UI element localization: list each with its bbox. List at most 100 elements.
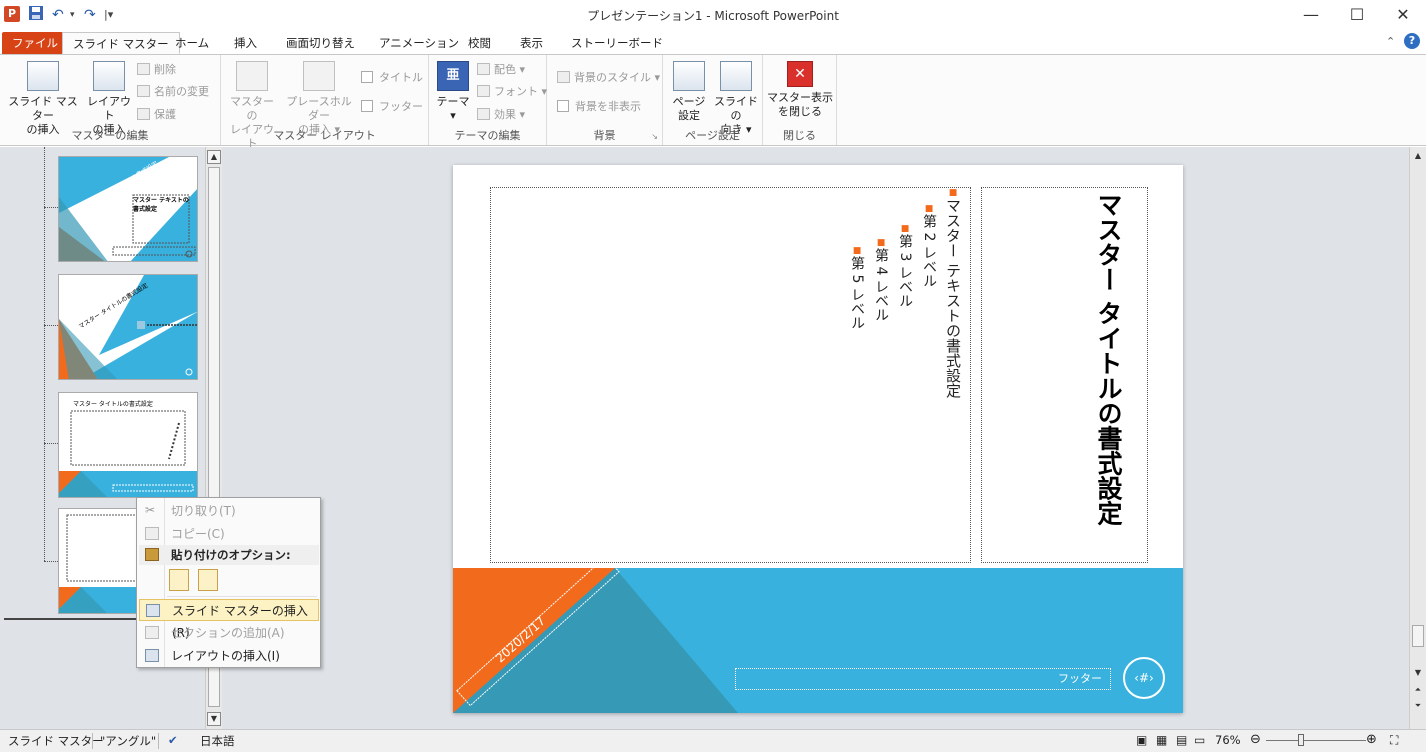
effects-button[interactable]: 効果 ▾ xyxy=(477,106,525,124)
dialog-launcher-icon[interactable]: ↘ xyxy=(651,132,658,141)
slide-orientation-icon xyxy=(720,61,752,91)
preserve-icon xyxy=(137,108,150,120)
paste-as-picture-icon[interactable] xyxy=(198,569,218,591)
master-layout-icon xyxy=(236,61,268,91)
effects-icon xyxy=(477,108,490,120)
title-checkbox[interactable]: タイトル xyxy=(361,69,423,87)
minimize-button[interactable]: — xyxy=(1288,0,1334,30)
tree-branch xyxy=(44,325,58,326)
minimize-ribbon-icon[interactable]: ⌃ xyxy=(1386,35,1395,48)
close-master-view-button[interactable]: ✕ マスター表示 を閉じる xyxy=(766,61,834,119)
scroll-up-icon[interactable]: ▲ xyxy=(1411,150,1425,164)
preserve-button[interactable]: 保護 xyxy=(137,106,176,124)
rename-button[interactable]: 名前の変更 xyxy=(137,83,209,101)
close-button[interactable]: ✕ xyxy=(1380,0,1426,30)
tab-slide-master[interactable]: スライド マスター xyxy=(62,32,180,54)
vertical-scrollbar[interactable]: ▲ ▼ ⏶ ⏷ xyxy=(1409,147,1426,729)
next-slide-icon[interactable]: ⏷ xyxy=(1411,700,1425,714)
previous-slide-icon[interactable]: ⏶ xyxy=(1411,684,1425,698)
bullet-icon: ■ xyxy=(876,238,886,248)
group-label-close: 閉じる xyxy=(783,129,816,142)
paste-icon xyxy=(145,548,159,561)
zoom-slider-thumb[interactable] xyxy=(1298,734,1304,746)
tab-home[interactable]: ホーム xyxy=(165,32,219,54)
footer-checkbox[interactable]: フッター xyxy=(361,98,423,116)
themes-icon: 亜 xyxy=(437,61,469,91)
menu-item-cut[interactable]: ✂ 切り取り(T) xyxy=(139,500,319,522)
help-icon[interactable]: ? xyxy=(1404,33,1420,49)
insert-layout-icon xyxy=(93,61,125,91)
layout-thumbnail-3[interactable]: マスター タイトルの書式設定 xyxy=(58,392,198,498)
insert-slide-master-button[interactable]: スライド マスター の挿入 xyxy=(4,61,82,137)
zoom-out-icon[interactable]: ⊖ xyxy=(1250,732,1261,747)
page-setup-button[interactable]: ページ 設定 xyxy=(667,61,711,123)
bullet-icon: ■ xyxy=(852,246,862,256)
slide-orientation-button[interactable]: スライドの 向き ▾ xyxy=(711,61,761,137)
body-level-5: ■第 5 レベル xyxy=(849,246,865,330)
slide-title: マスター タイトルの書式設定 xyxy=(1094,192,1123,526)
status-bar: スライド マスター "アングル" ✔ 日本語 ▣ ▦ ▤ ▭ 76% ⊖ ⊕ ⛶ xyxy=(0,729,1426,752)
tab-file[interactable]: ファイル xyxy=(2,32,68,54)
tab-review[interactable]: 校閲 xyxy=(458,32,501,54)
thumbnail-3-art xyxy=(59,393,197,497)
menu-item-add-section[interactable]: セクションの追加(A) xyxy=(139,622,319,644)
body-text-column: ■マスター テキストの書式設定 ■第 2 レベル ■第 3 レベル ■第 4 レ… xyxy=(846,188,964,558)
status-language[interactable]: 日本語 xyxy=(200,733,235,749)
insert-layout-button[interactable]: レイアウト の挿入 xyxy=(84,61,134,137)
delete-button[interactable]: 削除 xyxy=(137,61,176,79)
tab-transitions[interactable]: 画面切り替え xyxy=(276,32,365,54)
colors-button[interactable]: 配色 ▾ xyxy=(477,61,525,79)
tab-storyboard[interactable]: ストーリーボード xyxy=(561,32,673,54)
hide-background-checkbox[interactable]: 背景を非表示 xyxy=(557,98,641,116)
fit-to-window-icon[interactable]: ⛶ xyxy=(1390,733,1398,748)
scroll-down-icon[interactable]: ▼ xyxy=(207,712,221,726)
group-close: ✕ マスター表示 を閉じる 閉じる xyxy=(763,55,837,145)
menu-item-insert-layout[interactable]: レイアウトの挿入(I) xyxy=(139,645,319,667)
slide-sorter-view-icon[interactable]: ▦ xyxy=(1156,733,1167,747)
bullet-icon: ■ xyxy=(924,204,934,214)
maximize-button[interactable]: ☐ xyxy=(1334,0,1380,30)
tab-animations[interactable]: アニメーション xyxy=(369,32,469,54)
zoom-in-icon[interactable]: ⊕ xyxy=(1366,732,1377,747)
slide-canvas[interactable]: ■マスター テキストの書式設定 ■第 2 レベル ■第 3 レベル ■第 4 レ… xyxy=(453,165,1183,713)
background-styles-button[interactable]: 背景のスタイル ▾ xyxy=(557,69,660,87)
background-styles-icon xyxy=(557,71,570,83)
normal-view-icon[interactable]: ▣ xyxy=(1136,733,1147,747)
context-menu: ✂ 切り取り(T) コピー(C) 貼り付けのオプション: スライド マスターの挿入… xyxy=(136,497,321,668)
footer-placeholder[interactable]: フッター xyxy=(735,668,1111,690)
insert-placeholder-button[interactable]: プレースホルダー の挿入 ▾ xyxy=(281,61,357,137)
slide-number-placeholder[interactable]: ‹#› xyxy=(1123,657,1165,699)
group-edit-theme: 亜 テーマ ▾ 配色 ▾ フォント ▾ 効果 ▾ テーマの編集 xyxy=(429,55,547,145)
layout-thumbnail-2[interactable]: マスター タイトルの書式設定 xyxy=(58,274,198,380)
title-placeholder[interactable]: マスター タイトルの書式設定 xyxy=(981,187,1148,563)
slide-show-icon[interactable]: ▭ xyxy=(1194,733,1205,747)
fonts-button[interactable]: フォント ▾ xyxy=(477,83,547,101)
tab-insert[interactable]: 挿入 xyxy=(224,32,267,54)
group-master-layout: マスターの レイアウト プレースホルダー の挿入 ▾ タイトル フッター マスタ… xyxy=(221,55,429,150)
zoom-level[interactable]: 76% xyxy=(1215,733,1241,747)
insert-layout-icon xyxy=(145,649,159,662)
reading-view-icon[interactable]: ▤ xyxy=(1176,733,1187,747)
tab-view[interactable]: 表示 xyxy=(510,32,553,54)
status-divider xyxy=(158,733,159,749)
status-divider xyxy=(92,733,93,749)
body-placeholder[interactable]: ■マスター テキストの書式設定 ■第 2 レベル ■第 3 レベル ■第 4 レ… xyxy=(490,187,971,563)
group-page-setup: ページ 設定 スライドの 向き ▾ ページ設定 xyxy=(663,55,763,145)
status-view-name: スライド マスター xyxy=(8,734,104,748)
footer-checkbox-box xyxy=(361,100,373,112)
close-master-icon: ✕ xyxy=(787,61,813,87)
scissors-icon: ✂ xyxy=(145,503,156,517)
page-setup-icon xyxy=(673,61,705,91)
zoom-slider-track[interactable] xyxy=(1266,740,1366,741)
spellcheck-icon[interactable]: ✔ xyxy=(168,733,178,747)
scroll-thumb[interactable] xyxy=(1412,625,1424,647)
tree-branch xyxy=(44,561,58,562)
layout-thumbnail-1[interactable]: マスター テキストの書式設定 マスター タイトルの書式設定 xyxy=(58,156,198,262)
menu-item-insert-slide-master[interactable]: スライド マスターの挿入(R) xyxy=(139,599,319,640)
scroll-up-icon[interactable]: ▲ xyxy=(207,150,221,164)
group-label-edit-master: マスターの編集 xyxy=(71,129,149,142)
themes-button[interactable]: 亜 テーマ ▾ xyxy=(435,61,471,123)
scroll-down-icon[interactable]: ▼ xyxy=(1411,667,1425,681)
paste-keep-formatting-icon[interactable] xyxy=(169,569,189,591)
menu-item-copy[interactable]: コピー(C) xyxy=(139,523,319,545)
